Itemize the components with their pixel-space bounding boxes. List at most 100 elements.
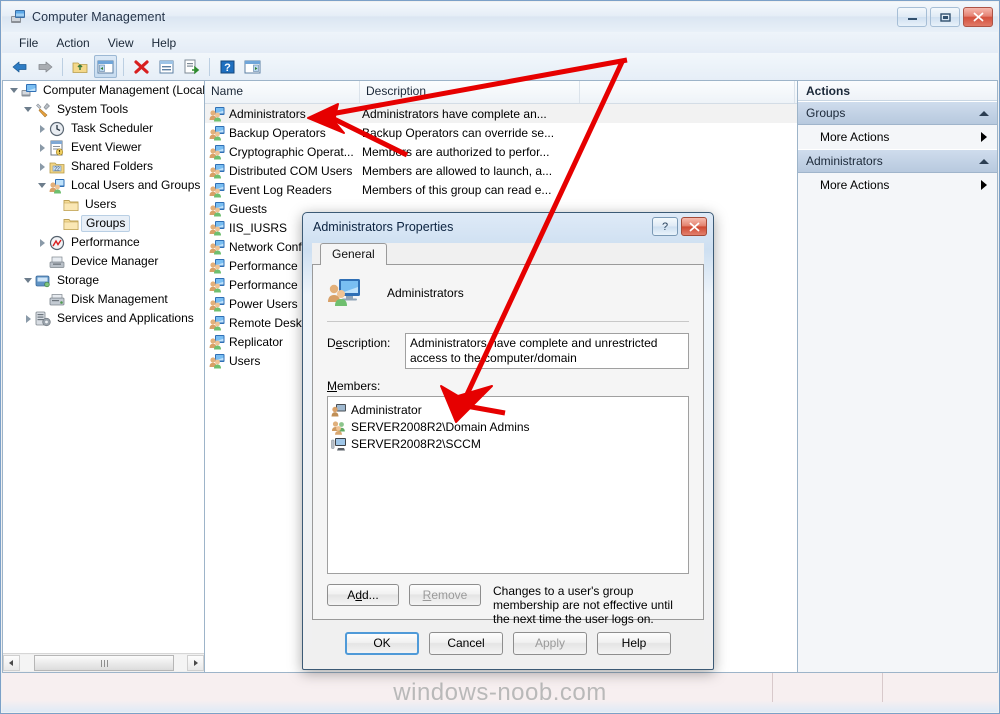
tree-item-groups[interactable]: Groups	[3, 214, 204, 233]
help-button[interactable]: ?	[216, 55, 239, 78]
tab-general[interactable]: General	[320, 243, 387, 265]
list-column-headers[interactable]: Name Description	[205, 81, 797, 104]
delete-button[interactable]	[130, 55, 153, 78]
dialog-help-button[interactable]: ?	[652, 217, 678, 236]
table-row[interactable]: Event Log Readers Members of this group c…	[205, 180, 797, 199]
tree-item-disk-management[interactable]: Disk Management	[3, 290, 204, 309]
actions-group-header-administrators[interactable]: Administrators	[798, 149, 997, 173]
export-list-button[interactable]	[180, 55, 203, 78]
shared-folders-icon: 22	[49, 159, 65, 175]
chevron-up-icon[interactable]	[979, 158, 989, 164]
tree-item-shared-folders[interactable]: 22 Shared Folders	[3, 157, 204, 176]
group-name-text: Network Conf	[229, 239, 302, 254]
tree-item-label: System Tools	[57, 102, 129, 116]
window-caption-buttons	[897, 7, 993, 27]
column-header-description[interactable]: Description	[360, 81, 580, 103]
tree-item-computer-management-local[interactable]: Computer Management (Local	[3, 81, 204, 100]
back-button[interactable]	[8, 55, 31, 78]
minimize-button[interactable]	[897, 7, 927, 27]
properties-button[interactable]	[155, 55, 178, 78]
tree-item-device-manager[interactable]: Device Manager	[3, 252, 204, 271]
up-one-level-button[interactable]	[69, 55, 92, 78]
expand-collapse-chevron-down-icon[interactable]	[21, 273, 35, 289]
tree-item-services-and-applications[interactable]: Services and Applications	[3, 309, 204, 328]
scroll-left-arrow[interactable]	[3, 655, 20, 671]
help-button-dialog[interactable]: Help	[597, 631, 671, 655]
remove-button[interactable]: Remove	[409, 584, 481, 606]
menu-file[interactable]: File	[10, 34, 47, 52]
ok-button[interactable]: OK	[345, 631, 419, 655]
column-header-name[interactable]: Name	[205, 81, 360, 103]
expand-collapse-chevron-right-icon[interactable]	[35, 140, 49, 156]
menu-help[interactable]: Help	[143, 34, 186, 52]
show-hide-console-tree-button[interactable]	[94, 55, 117, 78]
member-list-item[interactable]: Administrator	[331, 401, 685, 418]
forward-button[interactable]	[33, 55, 56, 78]
actions-more-actions-administrators[interactable]: More Actions	[798, 173, 997, 197]
scroll-thumb[interactable]	[34, 655, 174, 671]
group-icon	[209, 163, 225, 178]
group-name-text: Remote Deskt	[229, 315, 306, 330]
tree-item-local-users-and-groups[interactable]: Local Users and Groups	[3, 176, 204, 195]
show-action-pane-button[interactable]	[241, 55, 264, 78]
cancel-button[interactable]: Cancel	[429, 631, 503, 655]
chevron-right-icon[interactable]	[981, 132, 987, 142]
disk-management-icon	[49, 293, 65, 305]
tree-item-system-tools[interactable]: System Tools	[3, 100, 204, 119]
dialog-close-button[interactable]	[681, 217, 707, 236]
close-button[interactable]	[963, 7, 993, 27]
table-row[interactable]: Backup Operators Backup Operators can ove…	[205, 123, 797, 142]
services-icon	[35, 311, 51, 327]
member-list-item[interactable]: SERVER2008R2\Domain Admins	[331, 418, 685, 435]
group-icon	[209, 258, 225, 273]
chevron-up-icon[interactable]	[979, 110, 989, 116]
delete-x-icon	[134, 59, 149, 74]
table-row[interactable]: Administrators Administrators have comple…	[205, 104, 797, 123]
scroll-right-arrow[interactable]	[187, 655, 204, 671]
folder-icon	[63, 197, 79, 213]
group-description-cell: Members of this group can read e...	[362, 182, 552, 197]
storage-icon	[35, 275, 50, 287]
table-row[interactable]: Cryptographic Operat... Members are autho…	[205, 142, 797, 161]
member-name: SERVER2008R2\SCCM	[351, 436, 481, 451]
menu-view[interactable]: View	[99, 34, 143, 52]
tree-item-users[interactable]: Users	[3, 195, 204, 214]
column-header-blank[interactable]	[580, 81, 795, 103]
menu-action[interactable]: Action	[47, 34, 98, 52]
tree-item-event-viewer[interactable]: Event Viewer	[3, 138, 204, 157]
group-icon	[209, 353, 225, 369]
scroll-track[interactable]	[20, 655, 187, 671]
tree-item-performance[interactable]: Performance	[3, 233, 204, 252]
expand-collapse-chevron-down-icon[interactable]	[35, 178, 49, 194]
add-button[interactable]: Ad d...	[327, 584, 399, 606]
expand-collapse-chevron-right-icon[interactable]	[21, 311, 35, 327]
expand-collapse-chevron-right-icon[interactable]	[35, 235, 49, 251]
group-icon	[209, 201, 225, 216]
menu-bar: File Action View Help	[2, 32, 998, 54]
console-tree-pane[interactable]: Computer Management (Local System Tools Ta…	[2, 80, 204, 673]
apply-button[interactable]: Apply	[513, 631, 587, 655]
expand-collapse-chevron-right-icon[interactable]	[35, 159, 49, 175]
actions-group-header-groups[interactable]: Groups	[798, 101, 997, 125]
group-icon	[209, 125, 225, 141]
expand-collapse-chevron-down-icon[interactable]	[7, 83, 21, 99]
member-list-item[interactable]: SERVER2008R2\SCCM	[331, 435, 685, 452]
table-row[interactable]: Distributed COM Users Members are allowed…	[205, 161, 797, 180]
tree-horizontal-scrollbar[interactable]	[3, 653, 204, 672]
domain-group-icon	[331, 419, 347, 435]
tree-item-task-scheduler[interactable]: Task Scheduler	[3, 119, 204, 138]
tree-item-storage[interactable]: Storage	[3, 271, 204, 290]
console-tree[interactable]: Computer Management (Local System Tools Ta…	[3, 81, 204, 653]
chevron-right-icon[interactable]	[981, 180, 987, 190]
administrators-properties-dialog[interactable]: Administrators Properties ? General Admi…	[302, 212, 714, 670]
members-list[interactable]: Administrator SERVER2008R2\Domain Admins S…	[327, 396, 689, 574]
description-field[interactable]: Administrators have complete and unrestr…	[405, 333, 689, 369]
group-icon	[209, 315, 225, 330]
expand-collapse-chevron-down-icon[interactable]	[21, 102, 35, 118]
dialog-title: Administrators Properties	[313, 219, 454, 234]
actions-more-actions-groups[interactable]: More Actions	[798, 125, 997, 149]
group-name-text: Performance L	[229, 258, 308, 273]
expand-collapse-chevron-right-icon[interactable]	[35, 121, 49, 137]
clock-icon	[49, 121, 65, 137]
maximize-button[interactable]	[930, 7, 960, 27]
